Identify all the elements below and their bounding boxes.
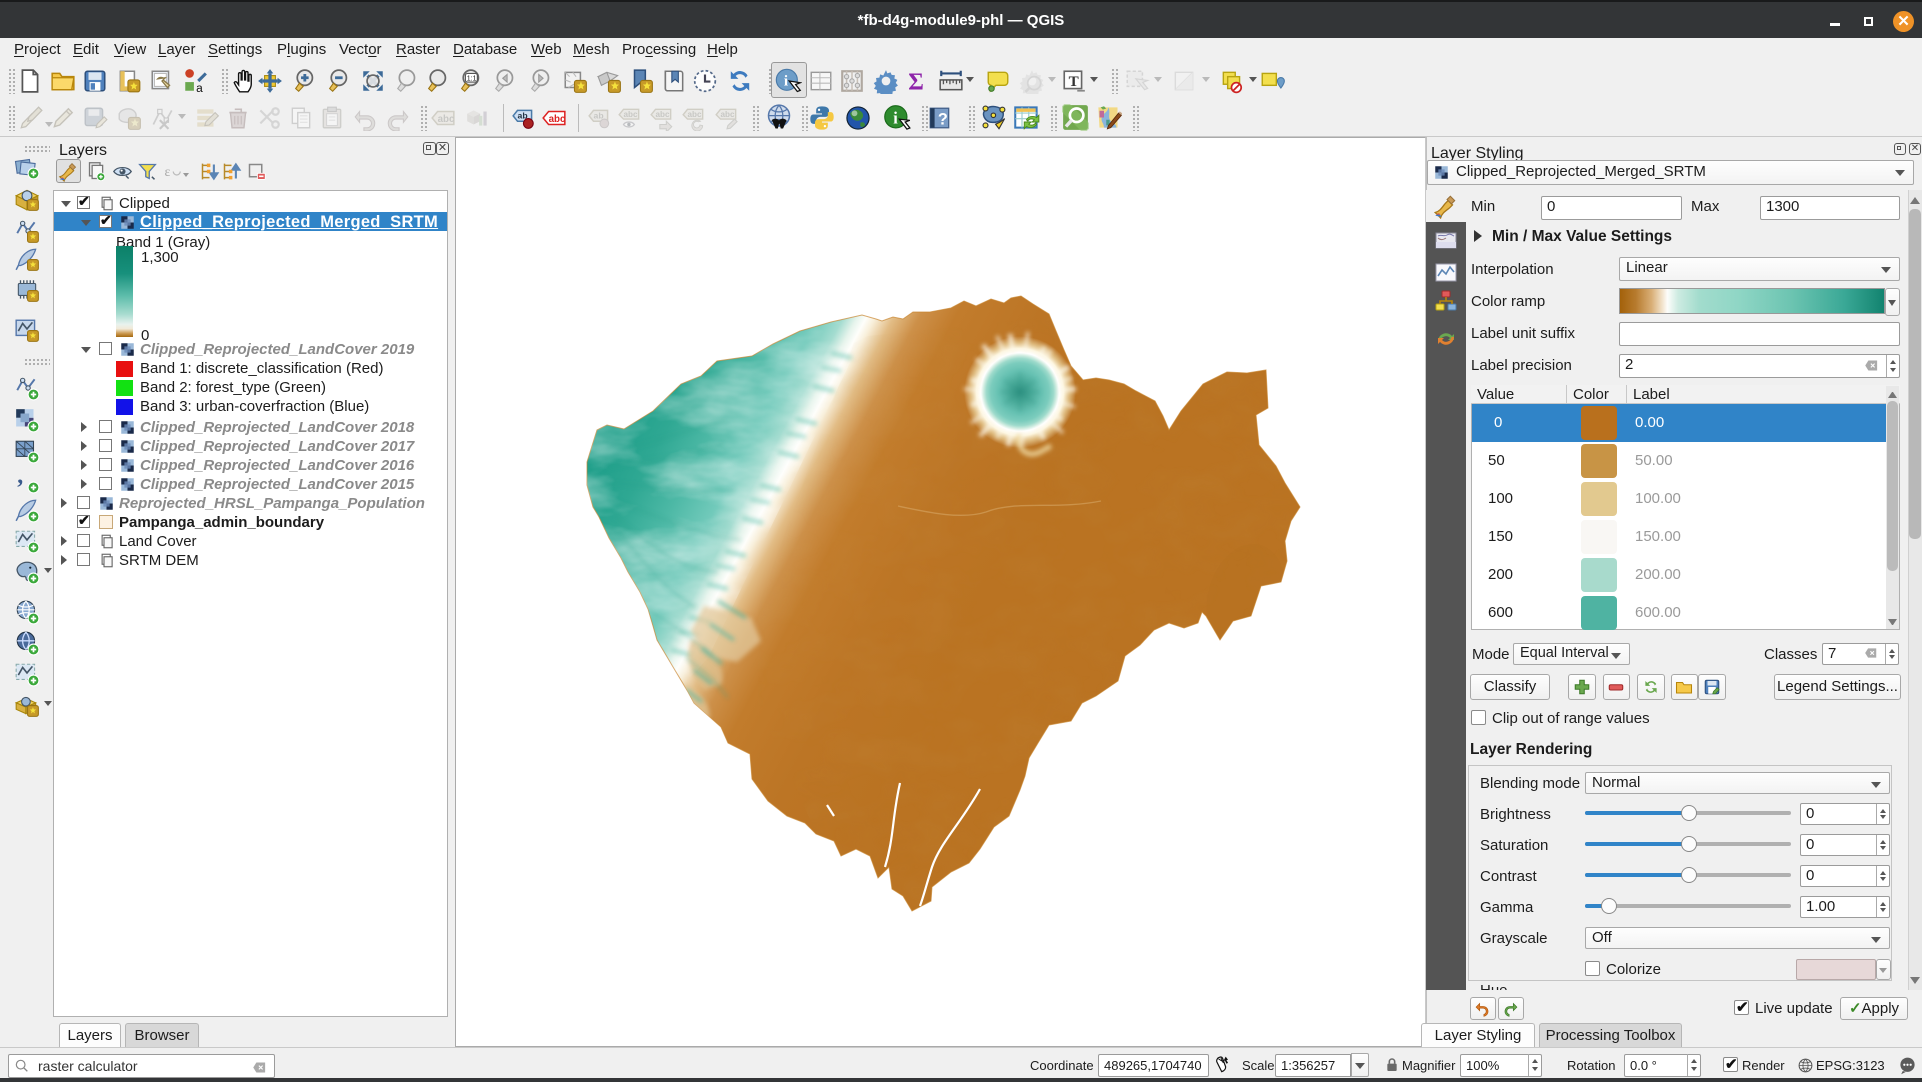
svg-text:abc: abc (721, 110, 735, 119)
svg-text:?: ? (938, 111, 948, 129)
svg-text:,: , (17, 468, 23, 489)
svg-text:abc: abc (549, 114, 566, 125)
svg-text:ab: ab (594, 111, 604, 121)
svg-text:a: a (196, 81, 203, 94)
svg-text:i: i (784, 73, 788, 90)
svg-text:ε: ε (165, 165, 171, 180)
svg-text:T: T (1069, 73, 1079, 90)
svg-text:Σ: Σ (908, 70, 924, 94)
svg-text:abc: abc (656, 110, 670, 119)
svg-text:abc: abc (624, 110, 638, 119)
svg-text:abc: abc (688, 110, 702, 119)
svg-text:i: i (893, 108, 898, 127)
svg-text:1:1: 1:1 (467, 75, 477, 82)
svg-text:abc: abc (438, 114, 455, 125)
